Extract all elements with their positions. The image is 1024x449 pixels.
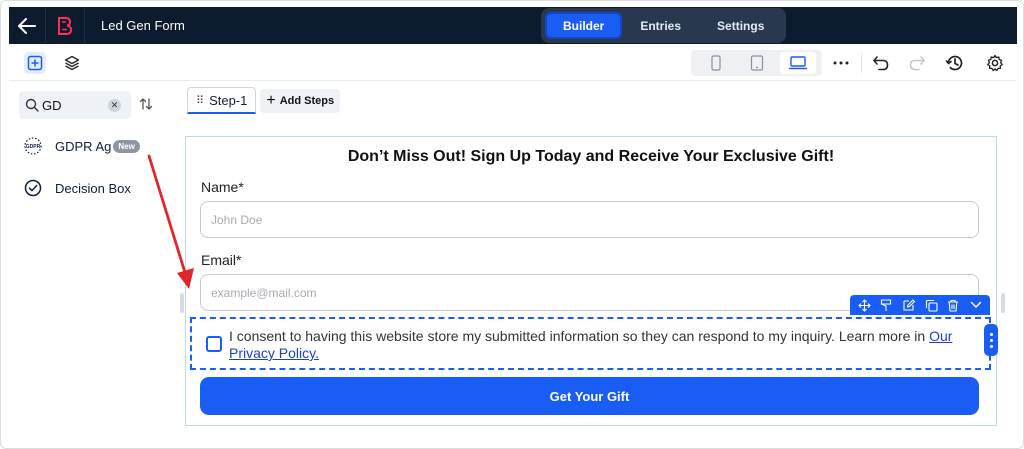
drag-grip-icon[interactable]: ⠿ bbox=[196, 94, 204, 107]
add-steps-button[interactable]: + Add Steps bbox=[260, 88, 341, 113]
mobile-icon[interactable] bbox=[698, 52, 734, 74]
trash-icon[interactable] bbox=[944, 296, 962, 314]
mode-tabs: Builder Entries Settings bbox=[541, 8, 787, 43]
step-tabs: ⠿ Step-1 + Add Steps bbox=[187, 87, 341, 114]
consent-statement: I consent to having this website store m… bbox=[229, 328, 930, 344]
get-gift-button[interactable]: Get Your Gift bbox=[200, 377, 979, 415]
tab-step-1[interactable]: ⠿ Step-1 bbox=[187, 87, 257, 114]
add-steps-label: Add Steps bbox=[279, 94, 335, 107]
toolbar-divider bbox=[861, 53, 862, 73]
element-label: GDPR Ag bbox=[55, 138, 112, 154]
toolbar bbox=[9, 44, 1017, 81]
top-bar: Led Gen Form Builder Entries Settings bbox=[9, 7, 1017, 44]
element-label: Decision Box bbox=[55, 180, 131, 196]
edit-icon[interactable] bbox=[900, 296, 918, 314]
brand-logo-icon bbox=[45, 7, 85, 44]
search-icon bbox=[25, 98, 39, 112]
element-item-gdpr[interactable]: GDPR GDPR Ag New bbox=[23, 135, 140, 157]
check-circle-icon bbox=[24, 179, 42, 197]
add-element-icon[interactable] bbox=[24, 52, 46, 74]
sort-icon[interactable] bbox=[137, 95, 155, 113]
layers-icon[interactable] bbox=[61, 52, 83, 74]
form-heading[interactable]: Don’t Miss Out! Sign Up Today and Receiv… bbox=[186, 148, 996, 166]
tab-settings[interactable]: Settings bbox=[699, 12, 782, 39]
name-label: Name* bbox=[201, 179, 244, 195]
resize-handle-left[interactable] bbox=[180, 293, 184, 313]
plus-icon: + bbox=[266, 91, 276, 109]
elements-panel: ✕ GDPR GDPR Ag New Decision Box bbox=[9, 81, 179, 441]
settings-gear-icon[interactable] bbox=[984, 52, 1006, 74]
tab-builder[interactable]: Builder bbox=[545, 12, 623, 39]
app-window: Led Gen Form Builder Entries Settings GD… bbox=[0, 0, 1024, 449]
element-action-toolbar bbox=[850, 295, 990, 315]
tab-entries[interactable]: Entries bbox=[622, 12, 699, 39]
desktop-icon[interactable] bbox=[779, 52, 816, 74]
style-brush-icon[interactable] bbox=[877, 296, 895, 314]
name-field[interactable] bbox=[200, 201, 979, 238]
device-preview-group bbox=[691, 50, 822, 76]
element-item-decision-box[interactable]: Decision Box bbox=[23, 177, 131, 199]
back-arrow-icon[interactable] bbox=[9, 7, 45, 44]
redo-icon[interactable] bbox=[906, 52, 928, 74]
move-icon[interactable] bbox=[855, 296, 873, 314]
element-kebab-menu-icon[interactable] bbox=[984, 324, 998, 356]
resize-handle-right[interactable] bbox=[1001, 293, 1005, 313]
search-input[interactable] bbox=[42, 97, 102, 113]
email-label: Email* bbox=[201, 252, 242, 268]
element-search: ✕ bbox=[19, 91, 131, 119]
consent-checkbox[interactable] bbox=[206, 336, 222, 352]
new-badge: New bbox=[113, 139, 140, 153]
chevron-down-icon[interactable] bbox=[967, 296, 985, 314]
history-icon[interactable] bbox=[944, 52, 966, 74]
tablet-icon[interactable] bbox=[739, 52, 775, 74]
consent-text: I consent to having this website store m… bbox=[229, 328, 974, 362]
step-label: Step-1 bbox=[209, 92, 248, 108]
duplicate-icon[interactable] bbox=[922, 296, 940, 314]
form-title: Led Gen Form bbox=[101, 18, 185, 33]
gdpr-icon: GDPR bbox=[24, 137, 42, 155]
clear-search-icon[interactable]: ✕ bbox=[108, 98, 121, 112]
more-options-icon[interactable] bbox=[830, 52, 852, 74]
undo-icon[interactable] bbox=[870, 52, 892, 74]
svg-text:GDPR: GDPR bbox=[26, 144, 41, 150]
gdpr-consent-element[interactable]: I consent to having this website store m… bbox=[190, 317, 991, 370]
